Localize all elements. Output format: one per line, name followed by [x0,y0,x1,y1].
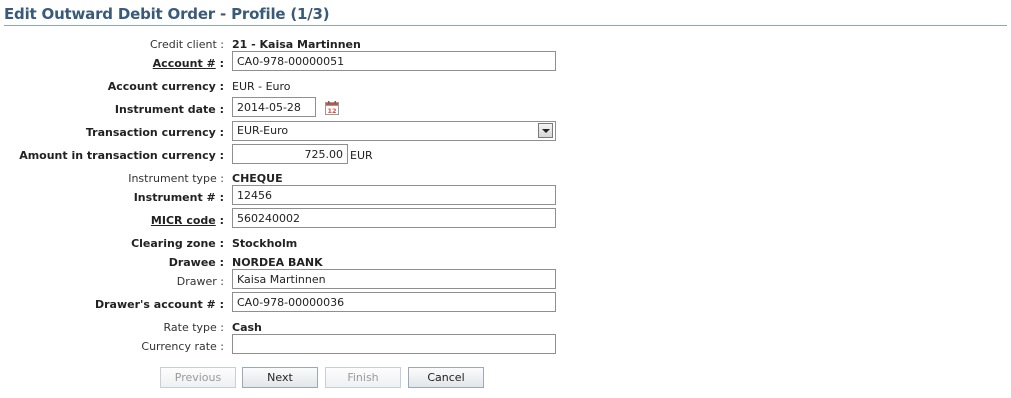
rate-type-label: Rate type : [163,321,225,334]
clearing-zone-label: Clearing zone : [131,237,224,250]
micr-code-colon: : [219,214,224,227]
instrument-type-value: CHEQUE [232,172,283,185]
drawee-value: NORDEA BANK [232,256,323,269]
amount-input[interactable] [232,144,348,164]
instrument-date-label: Instrument date : [114,103,224,116]
transaction-currency-select[interactable]: EUR-Euro [232,121,556,141]
currency-rate-label: Currency rate : [141,340,224,353]
amount-unit: EUR [350,149,373,162]
amount-label: Amount in transaction currency : [19,149,224,162]
account-number-link[interactable]: Account # [153,57,216,70]
cancel-button[interactable]: Cancel [408,367,484,388]
account-number-input[interactable] [232,51,556,71]
micr-code-link[interactable]: MICR code [151,214,216,227]
account-currency-value: EUR - Euro [232,80,291,93]
rate-type-value: Cash [232,321,262,334]
transaction-currency-selected: EUR-Euro [237,124,289,137]
instrument-type-label: Instrument type : [128,172,224,185]
title-divider [4,25,1007,26]
previous-button[interactable]: Previous [160,367,236,388]
account-currency-label: Account currency : [107,80,224,93]
finish-button[interactable]: Finish [325,367,401,388]
calendar-icon[interactable]: 12 [325,101,339,115]
instrument-number-label: Instrument # : [133,191,224,204]
instrument-date-input[interactable] [232,97,316,117]
micr-code-label: MICR code : [151,214,224,227]
next-button[interactable]: Next [242,367,318,388]
transaction-currency-label: Transaction currency : [85,126,224,139]
account-number-label: Account # : [153,57,224,70]
micr-code-input[interactable] [232,208,556,228]
credit-client-value: 21 - Kaisa Martinnen [232,38,361,51]
chevron-down-icon[interactable] [538,123,553,138]
clearing-zone-value: Stockholm [232,237,298,250]
currency-rate-input[interactable] [232,334,556,354]
drawee-label: Drawee : [168,256,224,269]
instrument-number-input[interactable] [232,185,556,205]
svg-text:12: 12 [327,107,336,115]
page-title: Edit Outward Debit Order - Profile (1/3) [4,5,330,23]
drawer-account-label: Drawer's account # : [95,298,224,311]
drawer-label: Drawer : [176,275,224,288]
drawer-account-input[interactable] [232,292,556,312]
drawer-input[interactable] [232,269,556,289]
account-number-colon: : [219,57,224,70]
credit-client-label: Credit client : [150,38,224,51]
